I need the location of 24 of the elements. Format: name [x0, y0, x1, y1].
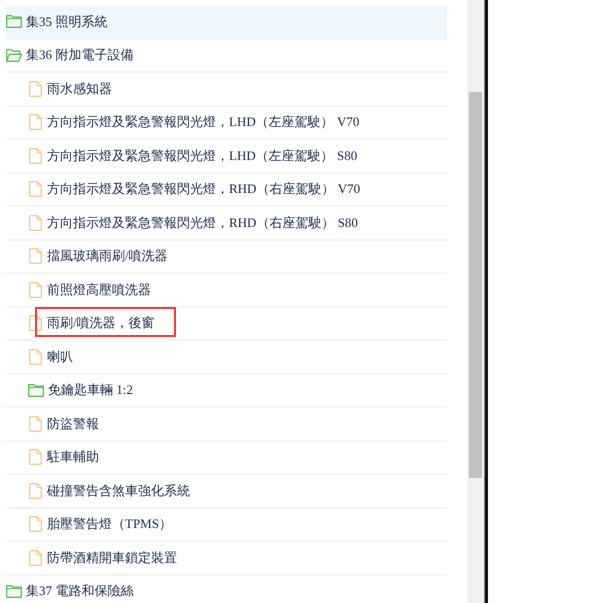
tree-item[interactable]: 雨刷/噴洗器，後窗 [6, 308, 447, 341]
tree-item[interactable]: 方向指示燈及緊急警報閃光燈，LHD（左座駕駛） V70 [6, 106, 447, 140]
tree-item[interactable]: 擋風玻璃雨刷/噴洗器 [6, 240, 447, 274]
document-icon [29, 516, 42, 532]
document-icon [29, 80, 42, 97]
scrollbar-thumb[interactable] [469, 92, 482, 478]
tree-item[interactable]: 集36 附加電子設備 [6, 40, 447, 73]
document-icon [29, 449, 42, 466]
tree-item[interactable]: 駐車輔助 [6, 442, 447, 475]
document-icon [29, 181, 42, 198]
document-icon [29, 416, 42, 432]
tree-item[interactable]: 方向指示燈及緊急警報閃光燈，RHD（右座駕駛） V70 [6, 174, 447, 207]
document-icon [29, 348, 42, 365]
document-icon [29, 114, 42, 130]
tree-item[interactable]: 胎壓警告燈（TPMS） [6, 508, 447, 542]
scrollbar[interactable] [467, 0, 484, 603]
document-icon [29, 282, 42, 298]
document-icon [29, 248, 42, 264]
tree-item[interactable]: 免鑰匙車輛 1:2 [6, 374, 447, 408]
document-icon [29, 482, 42, 499]
document-icon [29, 148, 42, 164]
tree-item[interactable]: 集35 照明系統 [6, 6, 447, 40]
document-icon [29, 550, 42, 566]
document-icon [29, 214, 42, 231]
